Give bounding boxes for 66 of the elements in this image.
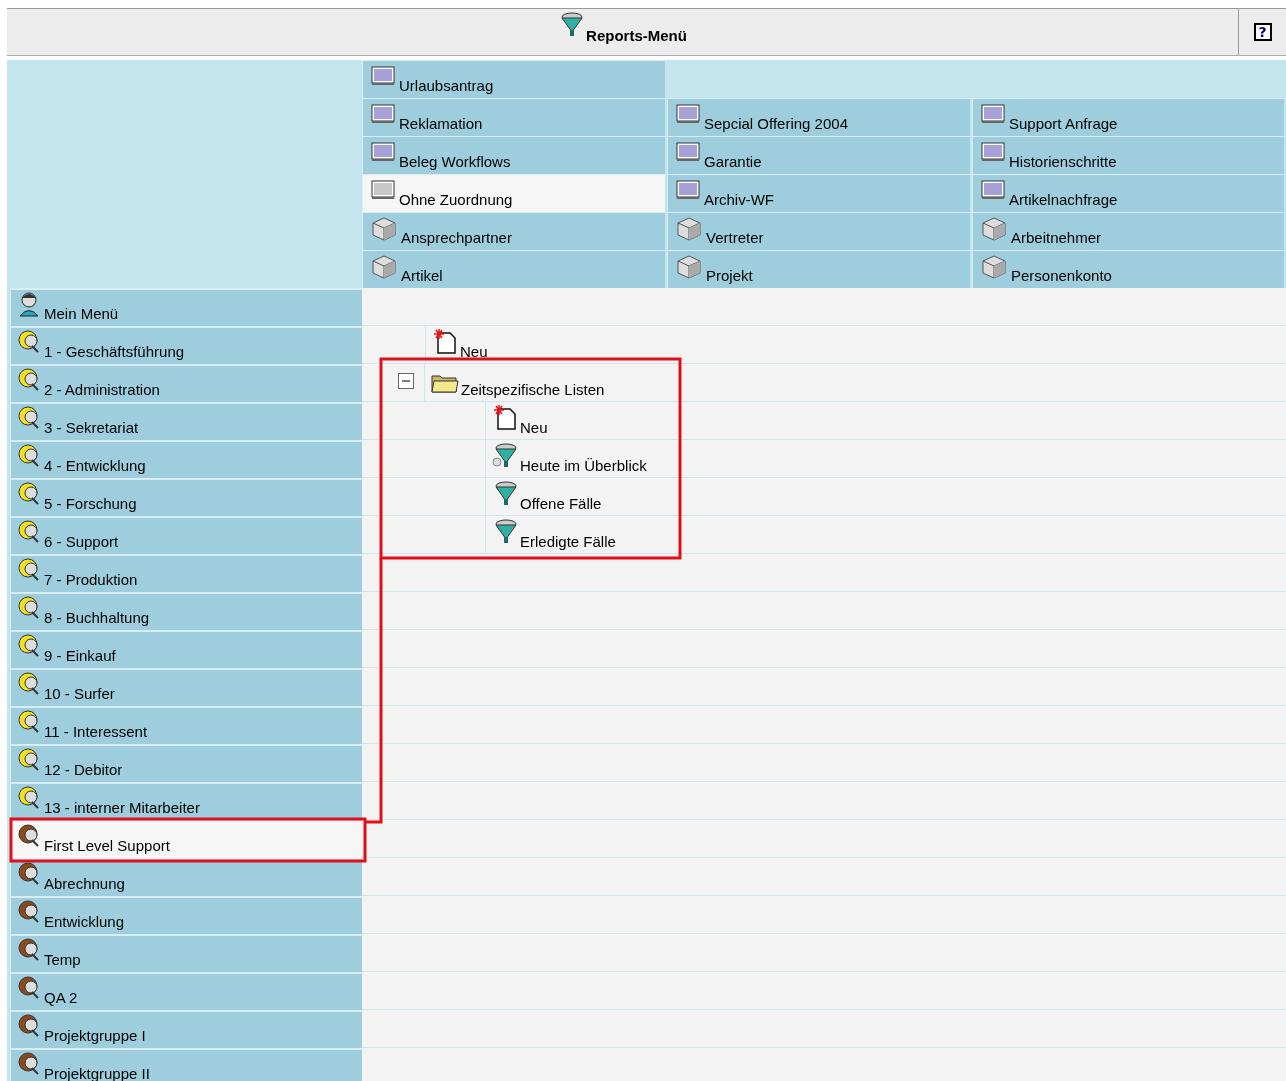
sidebar-item[interactable]: 11 - Interessent — [10, 706, 362, 744]
tree-item[interactable]: Offene Fälle — [485, 478, 606, 516]
tree-item[interactable]: Zeitspezifische Listen — [424, 364, 609, 402]
sidebar-item[interactable]: 3 - Sekretariat — [10, 402, 362, 440]
cube-icon — [371, 254, 397, 280]
collapse-toggle[interactable] — [398, 373, 414, 389]
cube-icon — [676, 216, 702, 242]
cube-icon — [676, 254, 702, 280]
menu-tab[interactable]: Reklamation — [362, 98, 667, 136]
sidebar-item[interactable]: 12 - Debitor — [10, 744, 362, 782]
menu-tab[interactable]: Support Anfrage — [972, 98, 1286, 136]
form-icon — [371, 180, 395, 200]
funnel-icon — [492, 481, 518, 507]
menu-tab[interactable]: Urlaubsantrag — [362, 60, 667, 98]
sidebar-item[interactable]: Entwicklung — [10, 896, 362, 934]
funnel-icon — [492, 443, 518, 469]
menu-tab[interactable]: Arbeitnehmer — [972, 212, 1286, 250]
menu-tab[interactable]: Projekt — [667, 250, 972, 288]
sidebar-item[interactable]: 7 - Produktion — [10, 554, 362, 592]
sidebar-item[interactable]: 6 - Support — [10, 516, 362, 554]
form-icon — [676, 142, 700, 162]
menu-tab[interactable]: Archiv-WF — [667, 174, 972, 212]
menu-tab[interactable]: Artikelnachfrage — [972, 174, 1286, 212]
sidebar-item[interactable]: 13 - interner Mitarbeiter — [10, 782, 362, 820]
sidebar-item[interactable]: 8 - Buchhaltung — [10, 592, 362, 630]
tree-item[interactable]: Heute im Überblick — [485, 440, 651, 478]
tree-item[interactable]: Erledigte Fälle — [485, 516, 620, 554]
sidebar-item[interactable]: 1 - Geschäftsführung — [10, 326, 362, 364]
sidebar-item[interactable]: 10 - Surfer — [10, 668, 362, 706]
sidebar-item[interactable]: First Level Support — [10, 820, 362, 858]
funnel-icon — [558, 12, 585, 38]
sidebar-item[interactable]: 9 - Einkauf — [10, 630, 362, 668]
cube-icon — [981, 216, 1007, 242]
menu-tab[interactable]: Ansprechpartner — [362, 212, 667, 250]
cube-icon — [981, 254, 1007, 280]
menu-tab[interactable]: Beleg Workflows — [362, 136, 667, 174]
sidebar-item[interactable]: Temp — [10, 934, 362, 972]
form-icon — [981, 142, 1005, 162]
form-icon — [371, 104, 395, 124]
folder-icon — [431, 372, 459, 394]
sidebar-item[interactable]: 2 - Administration — [10, 364, 362, 402]
menu-tab[interactable]: Sepcial Offering 2004 — [667, 98, 972, 136]
tree-item[interactable]: Neu — [425, 326, 492, 364]
menu-tab[interactable]: Ohne Zuordnung — [362, 174, 667, 212]
tree-item[interactable]: Neu — [485, 402, 552, 440]
menu-tab[interactable]: Historienschritte — [972, 136, 1286, 174]
form-icon — [676, 104, 700, 124]
menu-tab[interactable]: Garantie — [667, 136, 972, 174]
form-icon — [981, 104, 1005, 124]
form-icon — [371, 66, 395, 86]
menu-tab[interactable]: Vertreter — [667, 212, 972, 250]
sidebar-item[interactable]: 5 - Forschung — [10, 478, 362, 516]
menu-tab[interactable]: Artikel — [362, 250, 667, 288]
form-icon — [676, 180, 700, 200]
sidebar-item[interactable]: Mein Menü — [10, 288, 362, 326]
form-icon — [371, 142, 395, 162]
new-document-icon — [432, 329, 458, 355]
sidebar-item[interactable]: QA 2 — [10, 972, 362, 1010]
form-icon — [981, 180, 1005, 200]
funnel-icon — [492, 519, 518, 545]
sidebar-item[interactable]: Projektgruppe I — [10, 1010, 362, 1048]
menu-tab[interactable]: Personenkonto — [972, 250, 1286, 288]
sidebar-item[interactable]: 4 - Entwicklung — [10, 440, 362, 478]
cube-icon — [371, 216, 397, 242]
new-document-icon — [492, 405, 518, 431]
window-title: Reports-Menü — [586, 26, 687, 44]
